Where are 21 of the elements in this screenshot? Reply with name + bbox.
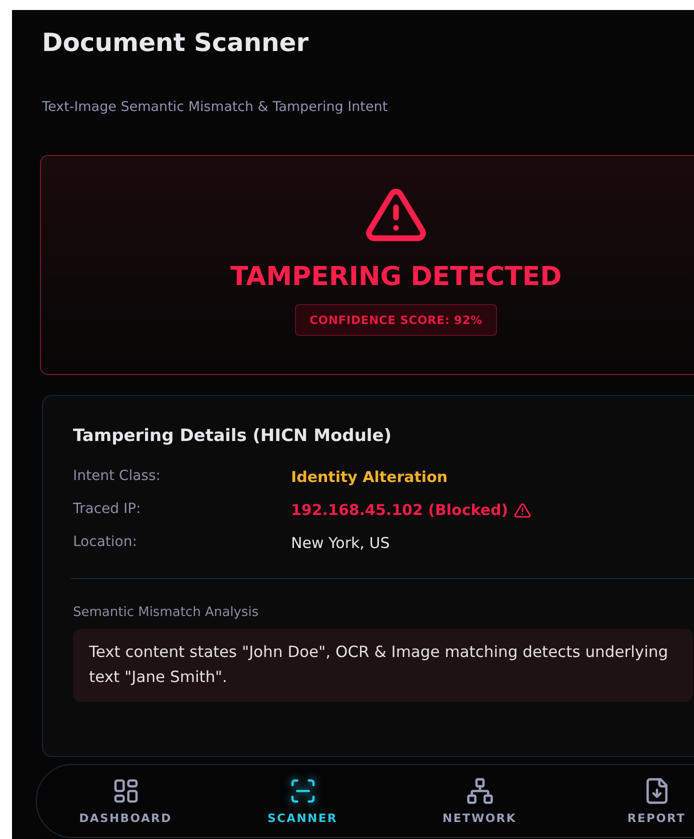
analysis-label: Semantic Mismatch Analysis bbox=[73, 605, 260, 620]
detail-value: Identity Alteration bbox=[291, 468, 449, 486]
nav-tab[interactable]: REPORT bbox=[568, 773, 694, 829]
detail-value: 192.168.45.102 (Blocked) bbox=[291, 501, 508, 519]
analysis-text: Text content states "John Doe", OCR & Image matching detects underlying text "Jane Smith". bbox=[73, 629, 693, 702]
detail-value: New York, US bbox=[291, 534, 391, 552]
warning-icon bbox=[514, 502, 532, 518]
alert-title: TAMPERING DETECTED bbox=[230, 262, 562, 292]
page-title: Document Scanner bbox=[42, 28, 310, 57]
detail-label: Intent Class: bbox=[73, 468, 162, 486]
dashboard-icon bbox=[112, 777, 140, 805]
confidence-badge: CONFIDENCE SCORE: 92% bbox=[294, 304, 498, 336]
scan-icon bbox=[288, 777, 316, 805]
network-icon bbox=[466, 777, 494, 805]
details-title: Tampering Details (HICN Module) bbox=[73, 426, 393, 446]
nav-tab[interactable]: DASHBOARD bbox=[37, 773, 214, 829]
detail-label: Traced IP: bbox=[73, 501, 142, 519]
detail-label: Location: bbox=[73, 534, 138, 552]
nav-tab[interactable]: NETWORK bbox=[391, 773, 568, 829]
page-subtitle: Text-Image Semantic Mismatch & Tampering Intent bbox=[42, 99, 389, 115]
nav-tab[interactable]: SCANNER bbox=[214, 773, 391, 829]
